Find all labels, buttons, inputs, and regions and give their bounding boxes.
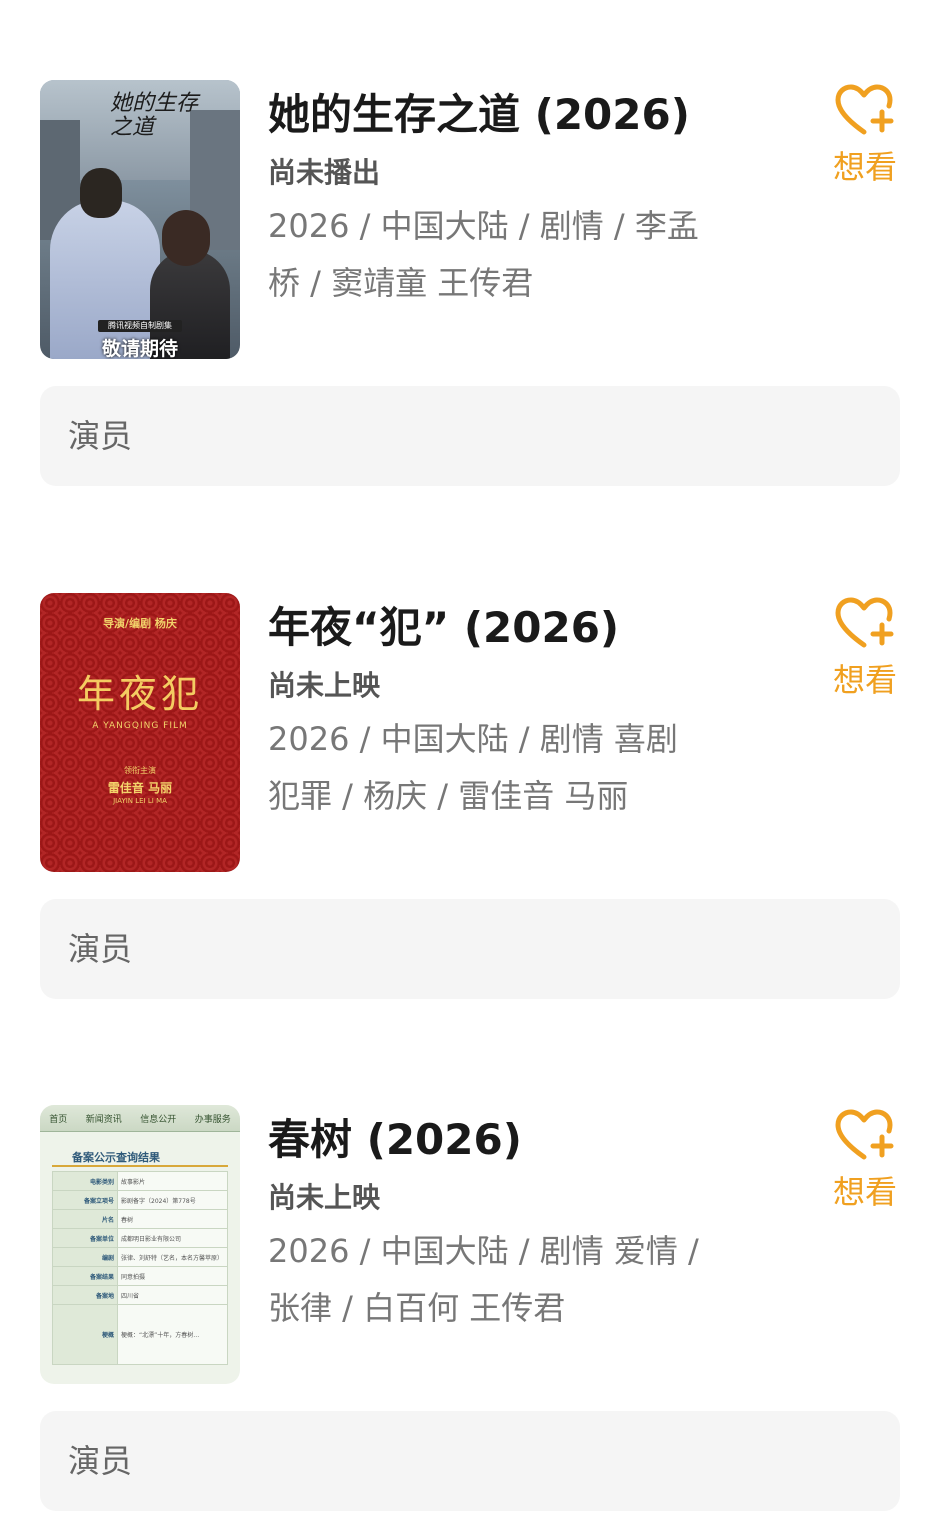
cast-label: 演员 [68,1442,133,1480]
table-row: 备案立项号 影剧备字（2024）第778号 [52,1190,228,1210]
table-key: 备案结果 [52,1266,118,1286]
poster-nav-item: 新闻资讯 [85,1114,122,1125]
want-to-watch-button[interactable]: 想看 [830,597,900,699]
heart-plus-icon [835,1109,894,1160]
table-key: 片名 [52,1209,118,1229]
movie-item[interactable]: 导演/编剧 杨庆 年夜犯 A YANGQING FILM 领衔主演 雷佳音 马丽… [40,593,900,1003]
movie-status: 尚未上映 [268,1181,381,1214]
table-value: 张律、刘舒特（艺名，本名方馨苹原） [117,1247,228,1267]
want-to-watch-button[interactable]: 想看 [830,1109,900,1211]
table-row: 备案地 四川省 [52,1285,228,1305]
poster-cast-names: 雷佳音 马丽 [107,781,173,795]
movie-title[interactable]: 她的生存之道 (2026) [268,90,690,140]
poster-subtitle: A YANGQING FILM [92,721,188,731]
movie-poster[interactable]: 她的生存之道 腾讯视频自制剧集 敬请期待 [40,80,240,359]
movie-info: 2026 / 中国大陆 / 剧情 / 李孟桥 / 窦靖童 王传君 [268,207,699,302]
cast-section[interactable]: 演员 [40,1411,900,1511]
movie-info: 2026 / 中国大陆 / 剧情 爱情 / 张律 / 白百何 王传君 [268,1232,699,1327]
table-key: 备案立项号 [52,1190,118,1210]
heart-plus-icon [835,597,894,648]
table-row: 电影类别 故事影片 [52,1171,228,1191]
table-key: 备案单位 [52,1228,118,1248]
want-to-watch-button[interactable]: 想看 [830,84,900,186]
poster-title: 她的生存之道 [110,91,199,140]
poster-nav-item: 办事服务 [194,1114,231,1125]
cast-section[interactable]: 演员 [40,899,900,999]
heart-plus-icon [835,84,894,135]
want-to-watch-label: 想看 [832,1173,897,1211]
movie-title[interactable]: 年夜“犯” (2026) [268,603,619,653]
table-row: 备案结果 同意拍摄 [52,1266,228,1286]
cast-label: 演员 [68,417,133,455]
table-row: 备案单位 成都明日影业有限公司 [52,1228,228,1248]
poster-nav: 首页 新闻资讯 信息公开 办事服务 [40,1105,240,1132]
poster-figure-head [80,168,122,218]
movie-poster[interactable]: 首页 新闻资讯 信息公开 办事服务 备案公示查询结果 电影类别 故事影片 备案立项… [40,1105,240,1384]
movie-info: 2026 / 中国大陆 / 剧情 喜剧犯罪 / 杨庆 / 雷佳音 马丽 [268,720,678,815]
table-key: 备案地 [52,1285,118,1305]
table-key: 编剧 [52,1247,118,1267]
poster-heading: 备案公示查询结果 [72,1151,160,1164]
movie-poster[interactable]: 导演/编剧 杨庆 年夜犯 A YANGQING FILM 领衔主演 雷佳音 马丽… [40,593,240,872]
poster-title: 年夜犯 [76,672,203,716]
table-value: 同意拍摄 [117,1266,228,1286]
movie-item[interactable]: 她的生存之道 腾讯视频自制剧集 敬请期待 她的生存之道 (2026) 尚未播出 … [40,80,900,490]
poster-divider [52,1165,228,1167]
movie-status: 尚未上映 [268,669,381,702]
poster-record-table: 电影类别 故事影片 备案立项号 影剧备字（2024）第778号 片名 春树 备案单位成… [52,1171,228,1365]
poster-director: 导演/编剧 杨庆 [103,617,177,630]
movie-title[interactable]: 春树 (2026) [268,1115,522,1165]
poster-nav-item: 信息公开 [140,1114,177,1125]
poster-figure-head [162,210,210,266]
table-value: 影剧备字（2024）第778号 [117,1190,228,1210]
table-value: 春树 [117,1209,228,1229]
cast-label: 演员 [68,930,133,968]
movie-item[interactable]: 首页 新闻资讯 信息公开 办事服务 备案公示查询结果 电影类别 故事影片 备案立项… [40,1105,900,1515]
table-row: 编剧 张律、刘舒特（艺名，本名方馨苹原） [52,1247,228,1267]
table-value: 成都明日影业有限公司 [117,1228,228,1248]
poster-badge: 腾讯视频自制剧集 [98,320,182,332]
want-to-watch-label: 想看 [832,661,897,699]
poster-coming: 领衔主演 [124,766,156,775]
table-key: 电影类别 [52,1171,118,1191]
want-to-watch-label: 想看 [832,148,897,186]
table-row: 片名 春树 [52,1209,228,1229]
table-key: 梗概 [52,1304,118,1365]
poster-tagline: 敬请期待 [101,338,178,359]
poster-cast-names-en: JIAYIN LEI LI MA [113,797,167,805]
table-row: 梗概 梗概：“北漂”十年，方春树… [52,1304,228,1365]
cast-section[interactable]: 演员 [40,386,900,486]
poster-nav-item: 首页 [49,1114,68,1125]
table-value: 故事影片 [117,1171,228,1191]
table-value: 四川省 [117,1285,228,1305]
table-value: 梗概：“北漂”十年，方春树… [117,1304,228,1365]
movie-status: 尚未播出 [268,156,381,189]
